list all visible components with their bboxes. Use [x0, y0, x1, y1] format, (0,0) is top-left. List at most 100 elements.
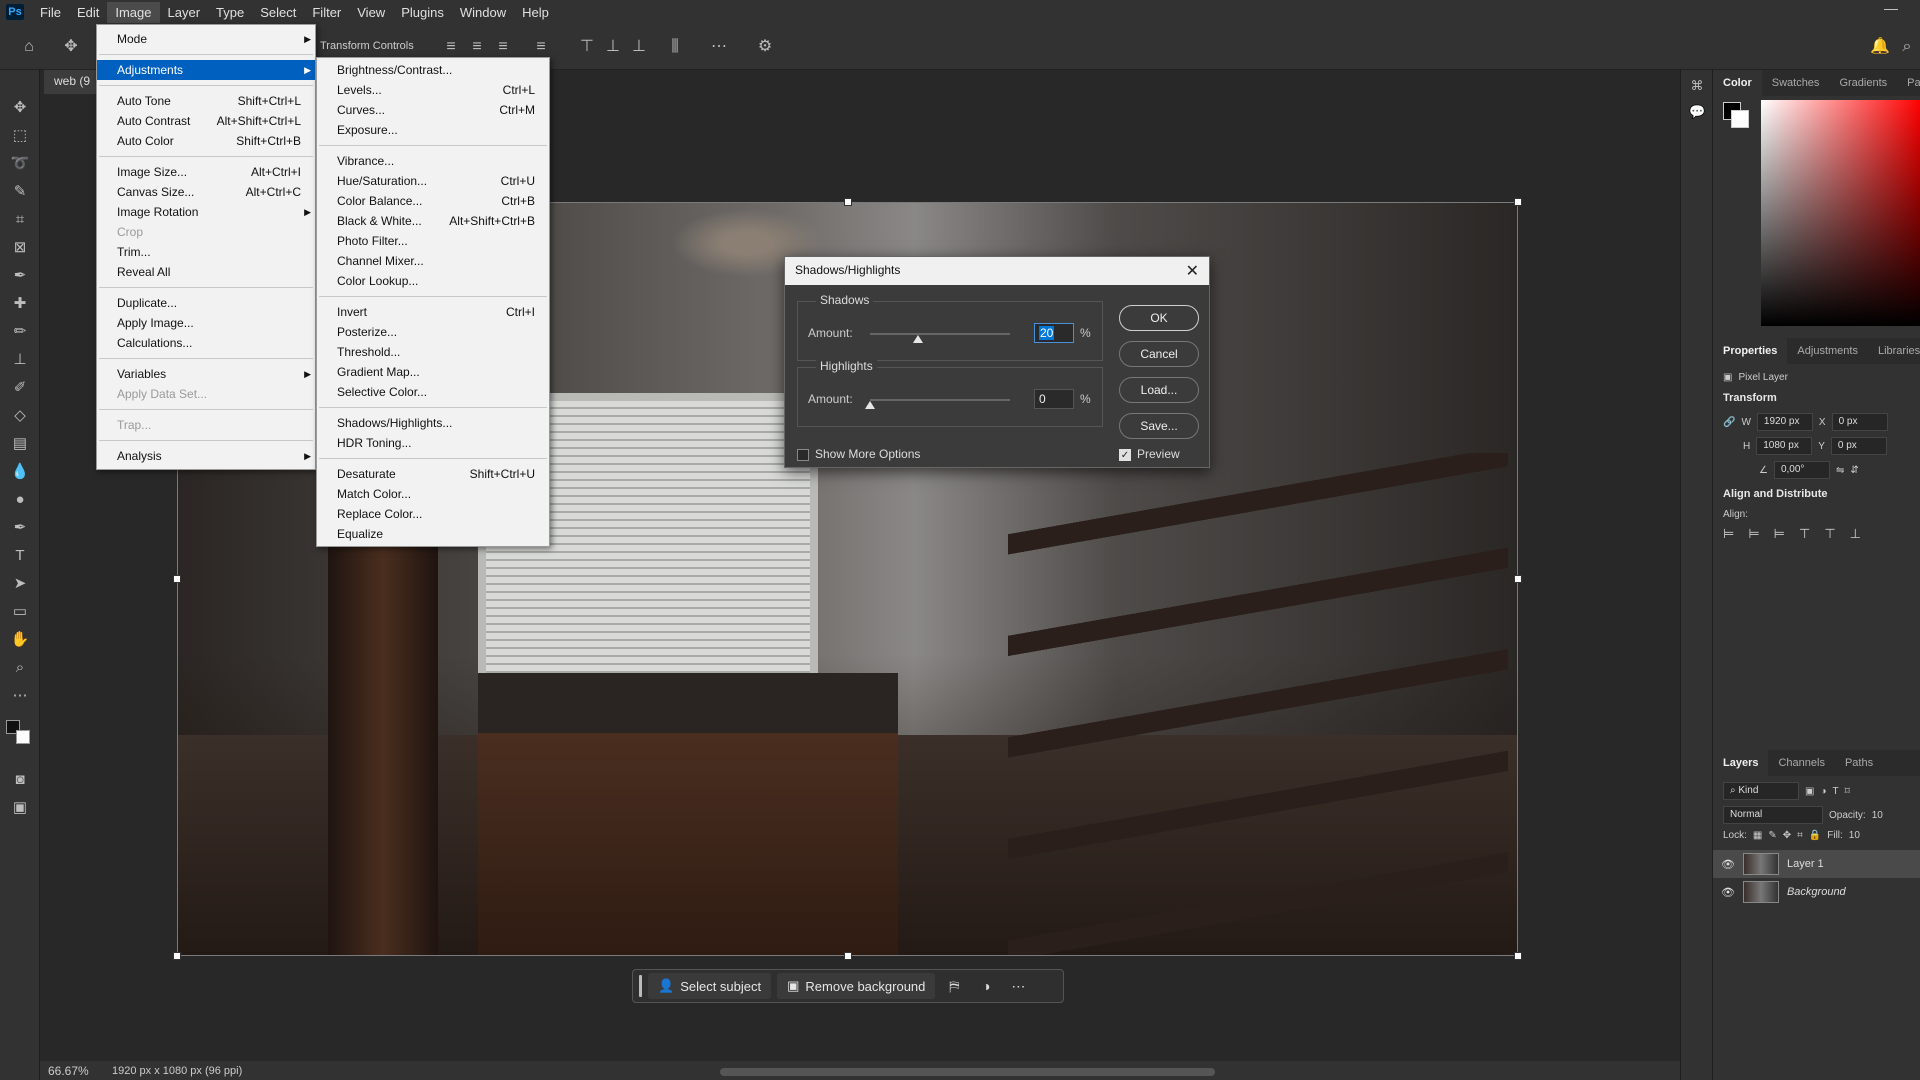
menu-item-invert[interactable]: Invert Ctrl+I — [317, 302, 549, 322]
menu-select[interactable]: Select — [252, 2, 304, 23]
flip-horizontal-icon[interactable]: ⇋ — [1836, 465, 1844, 476]
width-field[interactable]: 1920 px — [1756, 413, 1813, 431]
transform-handle[interactable] — [173, 575, 181, 583]
menu-item-levels[interactable]: Levels... Ctrl+L — [317, 80, 549, 100]
menu-item-auto-contrast[interactable]: Auto Contrast Alt+Shift+Ctrl+L — [97, 111, 315, 131]
visibility-eye-icon[interactable]: 👁 — [1721, 858, 1735, 871]
align-right-edges-icon[interactable]: ⊨ — [1774, 526, 1785, 542]
align-right-icon[interactable]: ≡ — [494, 38, 512, 56]
menu-item-photo-filter[interactable]: Photo Filter... — [317, 231, 549, 251]
marquee-tool-icon[interactable]: ⬚ — [10, 126, 30, 146]
transform-handle[interactable] — [844, 198, 852, 206]
horizontal-scrollbar[interactable] — [720, 1068, 1215, 1076]
background-color-swatch[interactable] — [16, 730, 30, 744]
background-color-chip[interactable] — [1731, 110, 1749, 128]
notifications-bell-icon[interactable]: 🔔 — [1870, 38, 1890, 56]
align-center-icon[interactable]: ≡ — [468, 38, 486, 56]
menu-item-reveal-all[interactable]: Reveal All — [97, 262, 315, 282]
distribute-vertical-icon[interactable]: ⫼ — [666, 38, 684, 56]
close-icon[interactable]: ✕ — [1186, 261, 1199, 281]
history-icon[interactable]: ⌘ — [1689, 78, 1705, 94]
align-middle-icon[interactable]: ⊥ — [604, 38, 622, 56]
shadows-amount-input[interactable]: 20 — [1034, 323, 1074, 343]
move-tool-icon[interactable]: ✥ — [62, 38, 80, 56]
select-subject-button[interactable]: 👤 Select subject — [648, 973, 772, 999]
distribute-icon[interactable]: ≡ — [532, 38, 550, 56]
menu-view[interactable]: View — [349, 2, 393, 23]
clone-stamp-tool-icon[interactable]: ⊥ — [10, 350, 30, 370]
menu-item-apply-data-set[interactable]: Apply Data Set... — [97, 384, 315, 404]
menu-layer[interactable]: Layer — [160, 2, 209, 23]
menu-item-auto-tone[interactable]: Auto Tone Shift+Ctrl+L — [97, 91, 315, 111]
show-more-options-checkbox[interactable] — [797, 449, 809, 461]
tab-gradients[interactable]: Gradients — [1829, 70, 1897, 96]
filter-type-icon[interactable]: T — [1833, 786, 1839, 797]
blend-mode-select[interactable]: Normal — [1723, 806, 1823, 824]
transform-controls-label[interactable]: Transform Controls — [320, 40, 414, 52]
move-tool-icon[interactable]: ✥ — [10, 98, 30, 118]
tab-patterns[interactable]: Patte — [1897, 70, 1920, 96]
adjustment-icon[interactable]: ◑ — [973, 973, 999, 999]
more-tools-icon[interactable]: ⋯ — [10, 686, 30, 706]
align-left-edges-icon[interactable]: ⊨ — [1723, 526, 1734, 542]
pen-tool-icon[interactable]: ✒ — [10, 518, 30, 538]
align-bottom-icon[interactable]: ⊥ — [630, 38, 648, 56]
menu-item-brightness-contrast[interactable]: Brightness/Contrast... — [317, 60, 549, 80]
menu-image[interactable]: Image — [107, 1, 160, 23]
history-brush-tool-icon[interactable]: ✐ — [10, 378, 30, 398]
type-tool-icon[interactable]: T — [10, 546, 30, 566]
more-icon[interactable]: ⋯ — [1005, 973, 1031, 999]
menu-item-auto-color[interactable]: Auto Color Shift+Ctrl+B — [97, 131, 315, 151]
menu-help[interactable]: Help — [514, 2, 557, 23]
tab-channels[interactable]: Channels — [1768, 750, 1834, 776]
ok-button[interactable]: OK — [1119, 305, 1199, 331]
brush-tool-icon[interactable]: ✏ — [10, 322, 30, 342]
lock-pixels-icon[interactable]: ✎ — [1768, 830, 1776, 841]
tab-properties[interactable]: Properties — [1713, 338, 1788, 364]
align-left-icon[interactable]: ≡ — [442, 38, 460, 56]
drag-handle[interactable] — [639, 975, 642, 997]
more-options-icon[interactable]: ⋯ — [710, 38, 728, 56]
shadows-slider-thumb[interactable] — [913, 335, 923, 343]
menu-item-equalize[interactable]: Equalize — [317, 524, 549, 544]
menu-item-adjustments[interactable]: Adjustments ▶ — [97, 60, 315, 80]
quick-select-tool-icon[interactable]: ✎ — [10, 182, 30, 202]
menu-item-selective-color[interactable]: Selective Color... — [317, 382, 549, 402]
align-bottom-edges-icon[interactable]: ⊥ — [1850, 526, 1861, 542]
align-horizontal-centers-icon[interactable]: ⊨ — [1748, 526, 1759, 542]
align-top-icon[interactable]: ⊤ — [578, 38, 596, 56]
highlights-slider-thumb[interactable] — [865, 401, 875, 409]
transform-handle[interactable] — [1514, 575, 1522, 583]
minimize-button[interactable]: — — [1884, 0, 1898, 16]
menu-item-hdr-toning[interactable]: HDR Toning... — [317, 433, 549, 453]
transform-handle[interactable] — [1514, 952, 1522, 960]
lock-position-icon[interactable]: ✥ — [1783, 830, 1791, 841]
blur-tool-icon[interactable]: 💧 — [10, 462, 30, 482]
filter-adjustment-icon[interactable]: ◑ — [1820, 786, 1826, 797]
menu-item-match-color[interactable]: Match Color... — [317, 484, 549, 504]
menu-item-vibrance[interactable]: Vibrance... — [317, 151, 549, 171]
menu-filter[interactable]: Filter — [304, 2, 349, 23]
menu-item-duplicate[interactable]: Duplicate... — [97, 293, 315, 313]
rectangle-tool-icon[interactable]: ▭ — [10, 602, 30, 622]
tab-adjustments[interactable]: Adjustments — [1787, 338, 1868, 364]
crop-tool-icon[interactable]: ⌗ — [10, 210, 30, 230]
opacity-value[interactable]: 10 — [1872, 810, 1883, 821]
gradient-tool-icon[interactable]: ▤ — [10, 434, 30, 454]
color-picker-field[interactable] — [1761, 100, 1920, 326]
menu-item-black-white[interactable]: Black & White... Alt+Shift+Ctrl+B — [317, 211, 549, 231]
transform-handle[interactable] — [844, 952, 852, 960]
menu-item-color-lookup[interactable]: Color Lookup... — [317, 271, 549, 291]
menu-item-image-size[interactable]: Image Size... Alt+Ctrl+I — [97, 162, 315, 182]
zoom-tool-icon[interactable]: ⌕ — [10, 658, 30, 678]
menu-item-color-balance[interactable]: Color Balance... Ctrl+B — [317, 191, 549, 211]
shadows-amount-slider[interactable] — [870, 333, 1010, 335]
menu-item-mode[interactable]: Mode ▶ — [97, 29, 315, 49]
visibility-eye-icon[interactable]: 👁 — [1721, 886, 1735, 899]
cancel-button[interactable]: Cancel — [1119, 341, 1199, 367]
dodge-tool-icon[interactable]: ● — [10, 490, 30, 510]
menu-item-threshold[interactable]: Threshold... — [317, 342, 549, 362]
comments-icon[interactable]: 💬 — [1689, 104, 1705, 120]
lock-artboard-icon[interactable]: ⌗ — [1797, 830, 1803, 841]
preview-checkbox[interactable]: ✓ — [1119, 449, 1131, 461]
